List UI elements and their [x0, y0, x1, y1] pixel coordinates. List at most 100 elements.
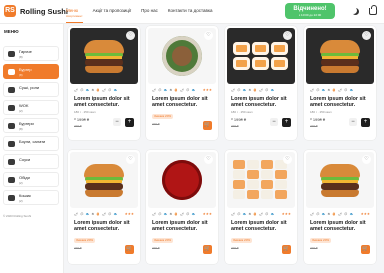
rating-stars-icon: ★★★ [124, 212, 134, 216]
sidebar-item[interactable]: Суші, роли [3, 82, 59, 97]
add-to-cart-button[interactable]: 🛒 [361, 245, 370, 254]
heart-icon[interactable]: ♡ [362, 31, 371, 40]
product-card[interactable]: ♡ 🌶 ☘ 🐟 ☘ 🥚 🌶 ☘ 🐟 Lorem ipsum dolor sit am… [225, 150, 297, 264]
nav-label: Акції та пропозиції [92, 8, 132, 13]
cart-icon [8, 195, 15, 201]
nav-item-about[interactable]: Про нас [141, 0, 158, 24]
nav-label: Контакти та доставка [167, 8, 213, 13]
product-image[interactable]: ♡ [70, 28, 138, 84]
product-image[interactable]: ♡ [70, 152, 138, 208]
burger-image [320, 40, 360, 74]
product-title: Lorem ipsum dolor sit amet consectetur. [231, 96, 287, 109]
product-old-price: 229 ₴ [310, 246, 318, 250]
decrease-quantity-button[interactable]: − [349, 118, 357, 126]
nav-item-menu[interactable]: Меню Асортимент [66, 0, 83, 24]
sidebar-item-count: (2) [19, 199, 23, 203]
lunch-icon [8, 177, 15, 183]
sidebar-item[interactable]: Бургери (8) [3, 118, 59, 133]
product-old-price: 229 ₴ [152, 246, 160, 250]
rolls-image [233, 42, 289, 70]
sidebar-item[interactable]: Гаряче (8) [3, 46, 59, 61]
sidebar-item-count: (8) [19, 55, 23, 59]
menu-list: Гаряче (8) Бургер (8) Суші, роли WOK (2) Бургер… [3, 46, 59, 208]
sidebar-item[interactable]: Кошик (2) [3, 190, 59, 205]
sidebar-item-label: Гаряче [19, 49, 32, 54]
product-card[interactable]: ♡ 🌶 ☘ 🐟 ☘ 🥚 🌶 ☘ 🐟 Lorem ipsum dolor sit am… [304, 26, 376, 140]
status-hours: з 10:00 до 22:00 [298, 13, 322, 17]
status-badge: Відчинено! з 10:00 до 22:00 [285, 3, 335, 19]
sushi-set-image [233, 160, 289, 200]
product-title: Lorem ipsum dolor sit amet consectetur. [152, 96, 208, 109]
sidebar-item-count: (8) [19, 127, 23, 131]
increase-quantity-button[interactable]: + [125, 118, 134, 127]
heart-icon[interactable]: ♡ [126, 31, 135, 40]
burger-image [320, 164, 360, 198]
heart-icon[interactable]: ♡ [283, 155, 292, 164]
sidebar-item[interactable]: Обіди (2) [3, 172, 59, 187]
burger-image [84, 164, 124, 198]
rating-stars-icon: ★★★ [281, 212, 291, 216]
nav-item-promotions[interactable]: Акції та пропозиції [93, 0, 132, 24]
product-title: Lorem ipsum dolor sit amet consectetur. [310, 220, 366, 233]
product-weight: 180 г · 250 ккал [231, 110, 253, 114]
allergen-badges: 🌶 ☘ 🐟 ☘ 🥚 🌶 ☘ 🐟 [231, 88, 275, 92]
heart-icon[interactable]: ♡ [204, 31, 213, 40]
sidebar-item-count: (2) [19, 181, 23, 185]
heart-icon[interactable]: ♡ [283, 31, 292, 40]
product-card[interactable]: ♡ 🌶 ☘ 🐟 ☘ 🥚 🌶 ☘ 🐟 Lorem ipsum dolor sit am… [304, 150, 376, 264]
sidebar-item-label: Боули, салати [19, 139, 46, 144]
sidebar-item[interactable]: Бургер (8) [3, 64, 59, 79]
product-card[interactable]: ♡ 🌶 ☘ 🐟 ☘ 🥚 🌶 ☘ 🐟 Lorem ipsum dolor sit am… [146, 26, 218, 140]
heart-icon[interactable]: ♡ [204, 155, 213, 164]
cart-icon[interactable] [369, 5, 377, 15]
product-card[interactable]: ♡ 🌶 ☘ 🐟 ☘ 🥚 🌶 ☘ 🐟 Lorem ipsum dolor sit am… [68, 26, 140, 140]
discount-badge: Знижка 20% [152, 238, 174, 243]
discount-badge: Знижка 20% [152, 114, 174, 119]
product-image[interactable]: ♡ [306, 28, 374, 84]
burger-icon [8, 123, 15, 129]
add-to-cart-button[interactable]: 🛒 [203, 245, 212, 254]
decrease-quantity-button[interactable]: − [270, 118, 278, 126]
sidebar-item[interactable]: Соуси [3, 154, 59, 169]
increase-quantity-button[interactable]: + [282, 118, 291, 127]
logo[interactable]: RS Rolling Sushi [4, 5, 68, 17]
product-image[interactable]: ♡ [306, 152, 374, 208]
sidebar-item-label: Обіди [19, 175, 30, 180]
sidebar-item[interactable]: Боули, салати [3, 136, 59, 151]
sidebar-footer: © 2023 Rolling Sushi [3, 214, 32, 218]
nav-label: Меню [66, 8, 79, 13]
logo-mark-icon: RS [4, 5, 16, 17]
product-price: ᵁ 199₴ ₴ [310, 117, 326, 122]
sauce-image [162, 160, 202, 200]
product-card[interactable]: ♡ 🌶 ☘ 🐟 ☘ 🥚 🌶 ☘ 🐟 Lorem ipsum dolor sit am… [225, 26, 297, 140]
add-to-cart-button[interactable]: 🛒 [203, 121, 212, 130]
product-price: ᵁ 199₴ ₴ [231, 117, 247, 122]
add-to-cart-button[interactable]: 🛒 [282, 245, 291, 254]
sidebar-item-label: Суші, роли [19, 85, 40, 90]
header: RS Rolling Sushi Меню Асортимент Акції т… [0, 0, 384, 24]
product-card[interactable]: ♡ 🌶 ☘ 🐟 ☘ 🥚 🌶 ☘ 🐟 Lorem ipsum dolor sit am… [68, 150, 140, 264]
nav-underline [66, 22, 83, 23]
product-card[interactable]: ♡ 🌶 ☘ 🐟 ☘ 🥚 🌶 ☘ 🐟 Lorem ipsum dolor sit am… [146, 150, 218, 264]
sidebar-item-label: Бургери [19, 121, 34, 126]
add-to-cart-button[interactable]: 🛒 [125, 245, 134, 254]
heart-icon[interactable]: ♡ [126, 155, 135, 164]
increase-quantity-button[interactable]: + [361, 118, 370, 127]
product-image[interactable]: ♡ [148, 28, 216, 84]
product-image[interactable]: ♡ [148, 152, 216, 208]
status-label: Відчинено! [293, 6, 327, 12]
app-root: RS Rolling Sushi Меню Асортимент Акції т… [0, 0, 384, 273]
product-image[interactable]: ♡ [227, 28, 295, 84]
discount-badge: Знижка 20% [74, 238, 96, 243]
theme-toggle-icon[interactable] [352, 8, 359, 15]
product-image[interactable]: ♡ [227, 152, 295, 208]
heart-icon[interactable]: ♡ [362, 155, 371, 164]
sidebar-item[interactable]: WOK (2) [3, 100, 59, 115]
decrease-quantity-button[interactable]: − [113, 118, 121, 126]
sidebar: МЕНЮ Гаряче (8) Бургер (8) Суші, роли WOK (2) Б… [0, 24, 64, 273]
product-old-price: 229 ₴ [74, 246, 82, 250]
nav-item-contacts[interactable]: Контакти та доставка [168, 0, 213, 24]
sauce-icon [8, 159, 15, 165]
food-icon [8, 51, 15, 57]
sidebar-item-label: Соуси [19, 157, 31, 162]
